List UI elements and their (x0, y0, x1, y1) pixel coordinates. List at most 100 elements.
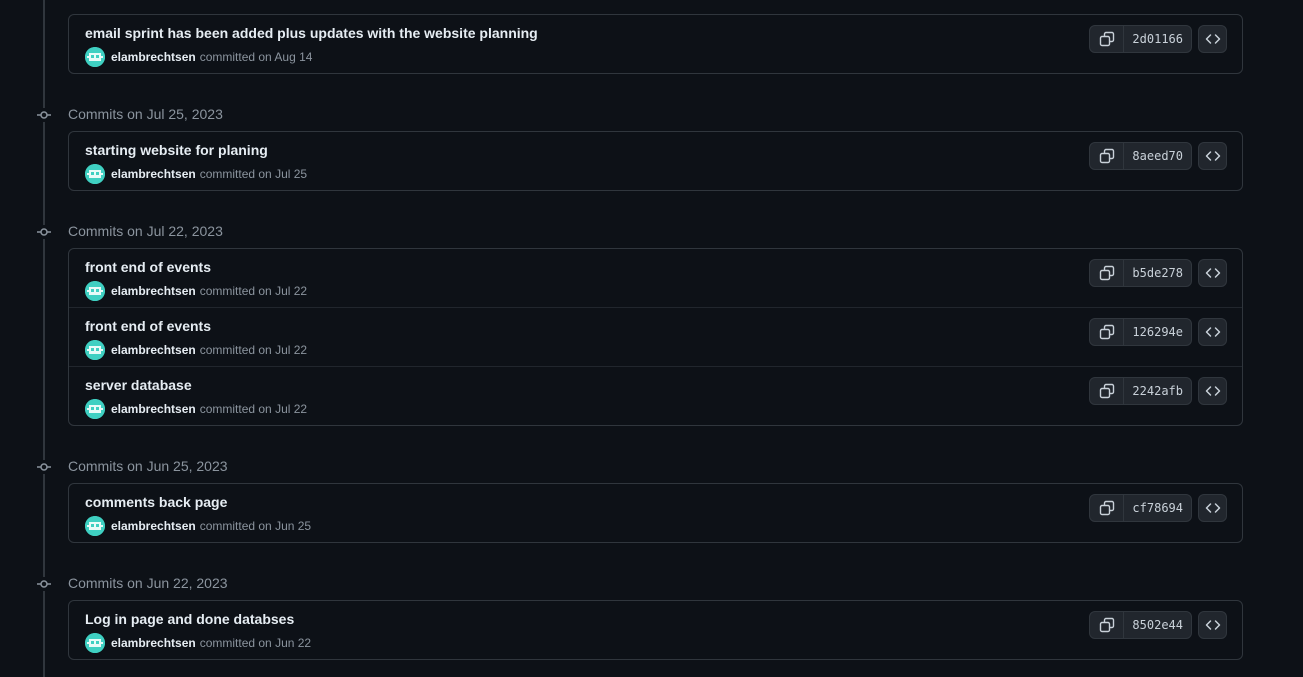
commit-date: committed on Jun 25 (199, 519, 312, 533)
commit-group-date: Commits on Jul 25, 2023 (68, 106, 223, 122)
code-brackets-icon (1205, 148, 1221, 164)
commit-meta: elambrechtsen committed on Jun 22 (85, 633, 311, 653)
commit-sha-link[interactable]: 8aeed70 (1124, 143, 1191, 169)
sha-button-group: 2242afb (1089, 377, 1192, 405)
commit-row: email sprint has been added plus updates… (69, 15, 1242, 73)
commit-actions: cf78694 (1089, 494, 1227, 522)
browse-repository-button[interactable] (1198, 142, 1227, 170)
copy-sha-button[interactable] (1090, 612, 1125, 638)
author-link[interactable]: elambrechtsen (111, 167, 196, 181)
commit-date: committed on Jul 22 (199, 402, 308, 416)
copy-icon (1099, 31, 1115, 47)
copy-sha-button[interactable] (1090, 378, 1125, 404)
browse-repository-button[interactable] (1198, 318, 1227, 346)
commit-actions: 2242afb (1089, 377, 1227, 405)
author-link[interactable]: elambrechtsen (111, 343, 196, 357)
author-avatar[interactable] (85, 340, 105, 360)
sha-button-group: 126294e (1089, 318, 1192, 346)
git-commit-icon (37, 577, 51, 591)
git-commit-icon (37, 108, 51, 122)
commit-row: front end of events elambrechtsen commit… (69, 249, 1242, 307)
author-avatar[interactable] (85, 516, 105, 536)
commit-actions: 2d01166 (1089, 25, 1227, 53)
browse-repository-button[interactable] (1198, 494, 1227, 522)
commit-date: committed on Aug 14 (199, 50, 313, 64)
copy-sha-button[interactable] (1090, 319, 1125, 345)
commit-date: committed on Jul 22 (199, 284, 308, 298)
commit-row: server database elambrechtsen committed … (69, 366, 1242, 425)
commit-message-link[interactable]: starting website for planing (85, 142, 268, 158)
commit-actions: 8aeed70 (1089, 142, 1227, 170)
commit-date: committed on Jul 25 (199, 167, 308, 181)
commit-sha-link[interactable]: b5de278 (1124, 260, 1191, 286)
author-link[interactable]: elambrechtsen (111, 402, 196, 416)
commit-sha-link[interactable]: 126294e (1124, 319, 1191, 345)
browse-repository-button[interactable] (1198, 25, 1227, 53)
copy-sha-button[interactable] (1090, 260, 1125, 286)
commit-sha-link[interactable]: cf78694 (1124, 495, 1191, 521)
commit-meta: elambrechtsen committed on Jul 22 (85, 399, 307, 419)
commit-row: Log in page and done databses elambrecht… (69, 601, 1242, 659)
commit-group-header: Commits on Jun 25, 2023 (0, 457, 600, 477)
code-brackets-icon (1205, 500, 1221, 516)
commit-meta: elambrechtsen committed on Jul 25 (85, 164, 307, 184)
commit-message-link[interactable]: front end of events (85, 318, 211, 334)
commit-sha-link[interactable]: 2d01166 (1124, 26, 1191, 52)
commit-message-link[interactable]: Log in page and done databses (85, 611, 294, 627)
browse-repository-button[interactable] (1198, 377, 1227, 405)
copy-icon (1099, 500, 1115, 516)
browse-repository-button[interactable] (1198, 259, 1227, 287)
author-link[interactable]: elambrechtsen (111, 50, 196, 64)
commit-row: front end of events elambrechtsen commit… (69, 307, 1242, 366)
commit-row: starting website for planing elambrechts… (69, 132, 1242, 190)
copy-sha-button[interactable] (1090, 143, 1125, 169)
author-link[interactable]: elambrechtsen (111, 284, 196, 298)
author-avatar[interactable] (85, 399, 105, 419)
commit-group-date: Commits on Jun 25, 2023 (68, 458, 228, 474)
commit-date: committed on Jul 22 (199, 343, 308, 357)
commit-meta: elambrechtsen committed on Jul 22 (85, 281, 307, 301)
author-avatar[interactable] (85, 164, 105, 184)
copy-icon (1099, 324, 1115, 340)
commit-group-box: email sprint has been added plus updates… (68, 14, 1243, 74)
author-avatar[interactable] (85, 633, 105, 653)
commit-actions: b5de278 (1089, 259, 1227, 287)
sha-button-group: 2d01166 (1089, 25, 1192, 53)
commit-meta: elambrechtsen committed on Jul 22 (85, 340, 307, 360)
sha-button-group: cf78694 (1089, 494, 1192, 522)
commit-actions: 8502e44 (1089, 611, 1227, 639)
sha-button-group: 8502e44 (1089, 611, 1192, 639)
browse-repository-button[interactable] (1198, 611, 1227, 639)
commit-sha-link[interactable]: 2242afb (1124, 378, 1191, 404)
commit-group-box: starting website for planing elambrechts… (68, 131, 1243, 191)
code-brackets-icon (1205, 31, 1221, 47)
sha-button-group: b5de278 (1089, 259, 1192, 287)
commit-group-header: Commits on Jun 22, 2023 (0, 574, 600, 594)
code-brackets-icon (1205, 324, 1221, 340)
commit-message-link[interactable]: front end of events (85, 259, 211, 275)
commit-group-box: front end of events elambrechtsen commit… (68, 248, 1243, 426)
author-link[interactable]: elambrechtsen (111, 636, 196, 650)
sha-button-group: 8aeed70 (1089, 142, 1192, 170)
commit-meta: elambrechtsen committed on Aug 14 (85, 47, 312, 67)
commit-message-link[interactable]: server database (85, 377, 192, 393)
commit-message-link[interactable]: email sprint has been added plus updates… (85, 25, 538, 41)
copy-sha-button[interactable] (1090, 26, 1125, 52)
git-commit-icon (37, 460, 51, 474)
author-avatar[interactable] (85, 281, 105, 301)
commit-sha-link[interactable]: 8502e44 (1124, 612, 1191, 638)
commit-group-date: Commits on Jul 22, 2023 (68, 223, 223, 239)
commit-actions: 126294e (1089, 318, 1227, 346)
commit-date: committed on Jun 22 (199, 636, 312, 650)
author-link[interactable]: elambrechtsen (111, 519, 196, 533)
commit-group-header: Commits on Jul 22, 2023 (0, 222, 600, 242)
commit-row: comments back page elambrechtsen committ… (69, 484, 1242, 542)
commit-message-link[interactable]: comments back page (85, 494, 227, 510)
git-commit-icon (37, 225, 51, 239)
commit-group-box: Log in page and done databses elambrecht… (68, 600, 1243, 660)
code-brackets-icon (1205, 617, 1221, 633)
copy-sha-button[interactable] (1090, 495, 1125, 521)
author-avatar[interactable] (85, 47, 105, 67)
code-brackets-icon (1205, 265, 1221, 281)
commit-group-box: comments back page elambrechtsen committ… (68, 483, 1243, 543)
